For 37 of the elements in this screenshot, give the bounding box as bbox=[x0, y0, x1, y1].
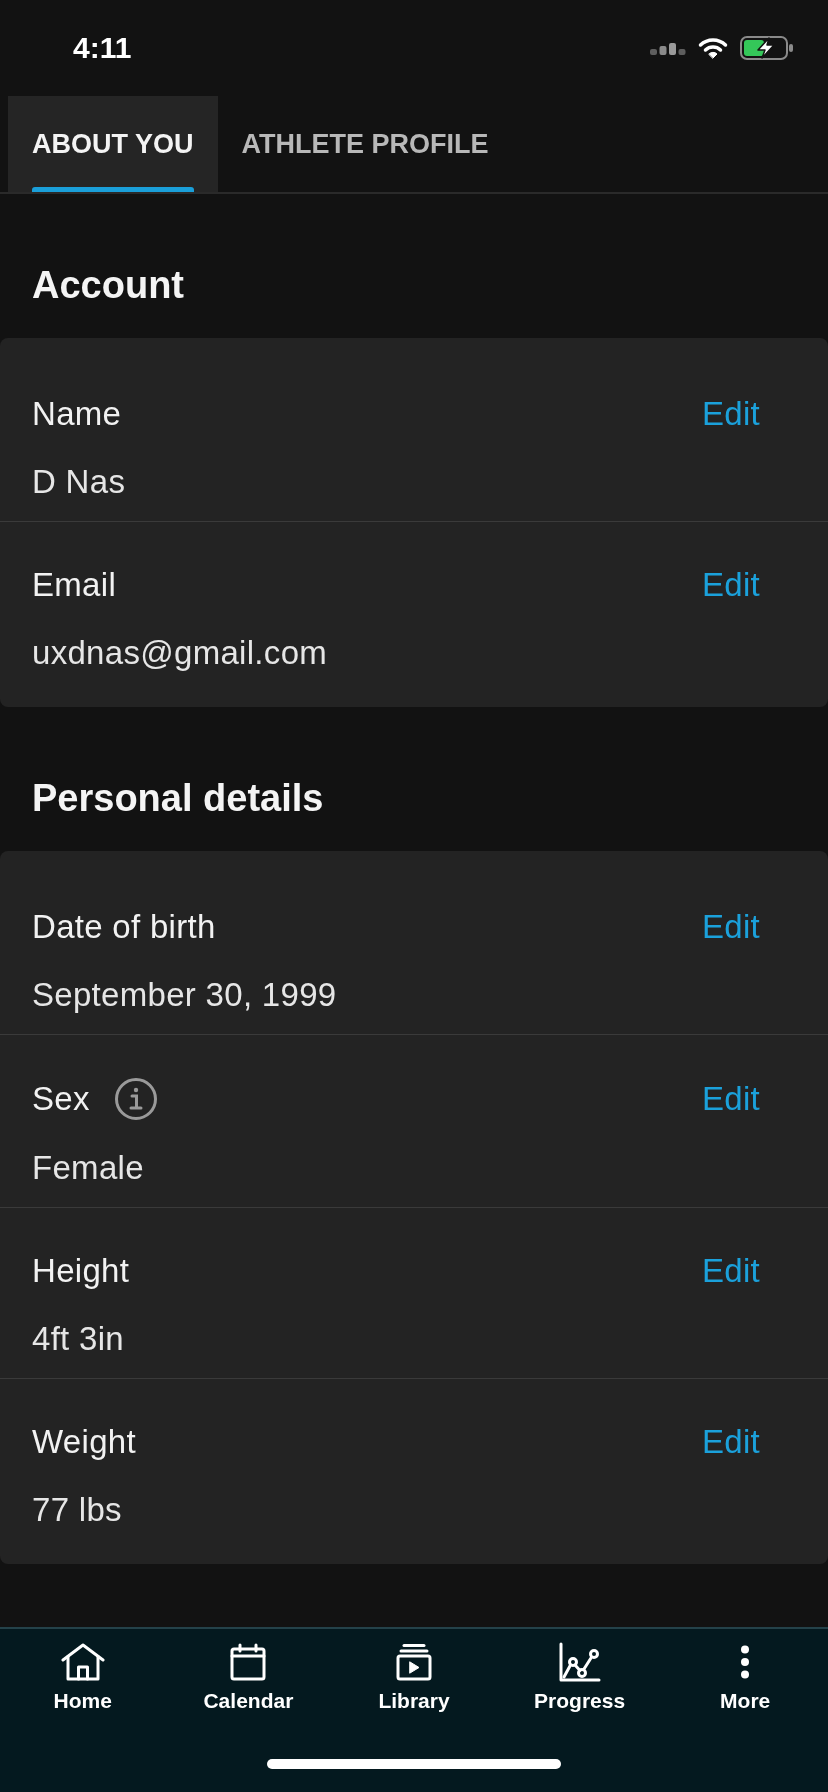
field-label: Height bbox=[32, 1251, 130, 1291]
tab[interactable]: ABOUT YOU bbox=[8, 96, 218, 192]
nav-button[interactable]: Progress bbox=[534, 1641, 626, 1714]
more-icon bbox=[740, 1645, 751, 1679]
field-label: Weight bbox=[32, 1422, 136, 1462]
field-value: 77 lbs bbox=[32, 1490, 123, 1530]
field-value: 4ft 3in bbox=[32, 1319, 125, 1359]
edit-button[interactable]: Edit bbox=[701, 394, 760, 434]
nav-button[interactable]: Library bbox=[378, 1641, 450, 1714]
calendar-icon bbox=[230, 1643, 267, 1681]
field-value: Female bbox=[32, 1148, 145, 1188]
nav-button[interactable]: More bbox=[720, 1641, 771, 1714]
field-label: Name bbox=[32, 394, 122, 434]
tab[interactable]: ATHLETE PROFILE bbox=[217, 96, 513, 192]
wifi-icon bbox=[698, 37, 728, 59]
line-chart-icon bbox=[558, 1642, 601, 1682]
field-value: uxdnas@gmail.com bbox=[32, 633, 329, 673]
field-label: Email bbox=[32, 565, 117, 605]
nav-button[interactable]: Calendar bbox=[203, 1641, 294, 1714]
edit-button[interactable]: Edit bbox=[701, 1422, 760, 1462]
status-time: 4:11 bbox=[73, 31, 132, 65]
signal-icon bbox=[650, 41, 686, 55]
edit-button[interactable]: Edit bbox=[701, 1251, 760, 1291]
home-icon bbox=[60, 1643, 105, 1681]
field-label: Date of birth bbox=[32, 907, 216, 947]
edit-button[interactable]: Edit bbox=[701, 565, 760, 605]
edit-button[interactable]: Edit bbox=[701, 1079, 760, 1119]
edit-button[interactable]: Edit bbox=[701, 907, 760, 947]
field-value: D Nas bbox=[32, 462, 127, 502]
info-icon[interactable] bbox=[114, 1078, 157, 1120]
section-heading: Account bbox=[31, 263, 185, 308]
battery-charging-icon bbox=[740, 36, 794, 60]
field-label: Sex bbox=[32, 1079, 90, 1119]
section-heading: Personal details bbox=[31, 776, 325, 821]
library-icon bbox=[396, 1643, 432, 1681]
field-value: September 30, 1999 bbox=[32, 975, 338, 1015]
nav-button[interactable]: Home bbox=[53, 1641, 112, 1714]
